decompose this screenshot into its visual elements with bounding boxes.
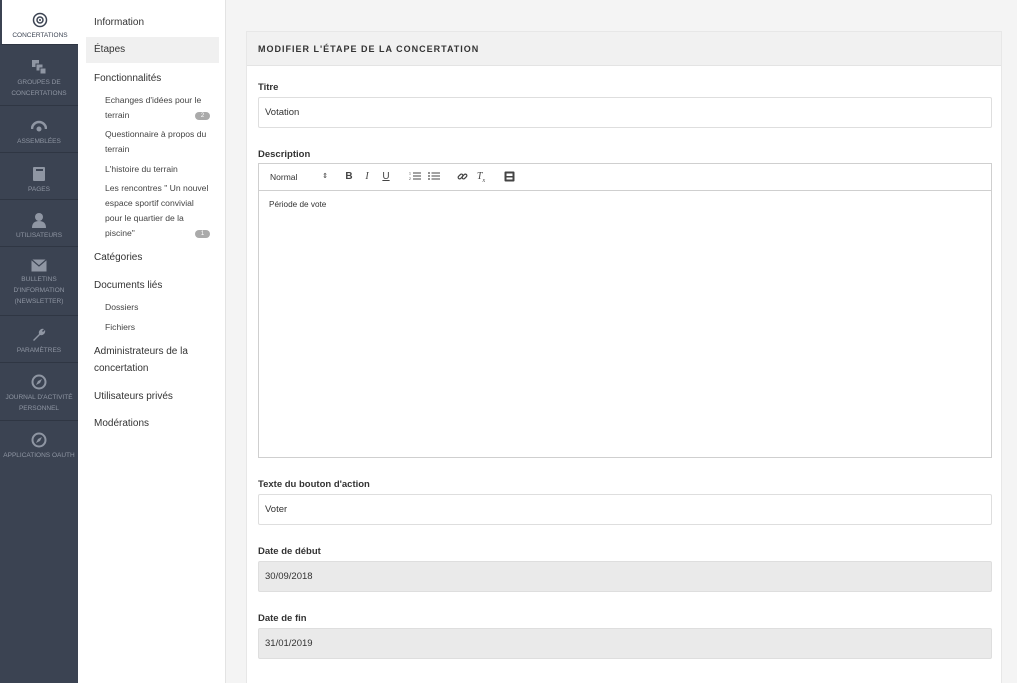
subnav-categories[interactable]: Catégories <box>94 249 219 266</box>
nav-label: Utilisateurs <box>15 232 63 239</box>
subnav-feature[interactable]: Questionnaire à propos du terrain <box>105 127 210 157</box>
feature-label: L'histoire du terrain <box>105 164 178 174</box>
subnav-information[interactable]: Information <box>94 14 219 31</box>
subnav-fonctionnalites[interactable]: Fonctionnalités <box>94 70 219 87</box>
wrench-icon <box>33 328 46 341</box>
nav-label: Pages <box>28 186 50 193</box>
nav-item-utilisateurs[interactable]: Utilisateurs <box>0 200 78 247</box>
edit-step-panel: MODIFIER L'ÉTAPE DE LA CONCERTATION Titr… <box>246 31 1002 683</box>
nav-item-pages[interactable]: Pages <box>0 153 78 200</box>
nav-label: Applications OAuth <box>3 452 75 459</box>
nav-item-journal[interactable]: Journal d'activité personnel <box>0 363 78 421</box>
ordered-list-icon[interactable]: 12 <box>409 171 421 183</box>
nav-item-concertations[interactable]: Concertations <box>0 0 78 45</box>
svg-text:1: 1 <box>409 172 411 176</box>
count-badge: 2 <box>195 112 210 120</box>
compass-icon <box>31 432 47 448</box>
nav-label: Paramètres <box>16 347 62 354</box>
subnav-dossiers[interactable]: Dossiers <box>105 300 210 315</box>
start-date-label: Date de début <box>258 546 321 557</box>
subnav-documents[interactable]: Documents liés <box>94 277 219 294</box>
end-date-label: Date de fin <box>258 613 307 624</box>
link-icon[interactable] <box>456 171 468 183</box>
nav-item-parametres[interactable]: Paramètres <box>0 316 78 363</box>
bullet-list-icon[interactable] <box>428 171 440 183</box>
nav-label: Journal d'activité personnel <box>5 394 73 412</box>
nav-label: Assemblées <box>17 138 61 145</box>
subnav-feature[interactable]: Les rencontres " Un nouvel espace sporti… <box>105 181 210 241</box>
subnav-moderations[interactable]: Modérations <box>94 415 219 432</box>
title-label: Titre <box>258 82 279 93</box>
nav-label: Concertations <box>12 32 68 39</box>
clear-format-icon[interactable]: Tx <box>475 171 487 184</box>
user-icon <box>32 213 46 228</box>
nav-item-newsletter[interactable]: Bulletins d'information (newsletter) <box>0 247 78 316</box>
nav-label: Groupes de concertations <box>11 79 67 97</box>
subnav-fichiers[interactable]: Fichiers <box>105 320 210 335</box>
italic-icon[interactable]: I <box>361 171 373 183</box>
end-date-input[interactable]: 31/01/2019 <box>258 628 992 659</box>
secondary-nav: Information Étapes Fonctionnalités Echan… <box>78 0 226 683</box>
book-icon <box>33 167 45 181</box>
subnav-admins[interactable]: Administrateurs de la concertation <box>94 343 219 377</box>
code-block-icon[interactable] <box>503 171 515 183</box>
start-date-input[interactable]: 30/09/2018 <box>258 561 992 592</box>
subnav-etapes[interactable]: Étapes <box>86 37 219 63</box>
editor-toolbar: Normal ⇕ B I U 12 Tx <box>259 164 991 191</box>
nav-label: Bulletins d'information (newsletter) <box>13 276 65 305</box>
format-select-value: Normal <box>270 172 298 182</box>
subnav-feature[interactable]: Echanges d'idées pour le terrain 2 <box>105 93 210 123</box>
action-button-label: Texte du bouton d'action <box>258 479 370 490</box>
eye-icon <box>31 120 47 132</box>
envelope-icon <box>31 259 47 272</box>
description-label: Description <box>258 149 311 160</box>
main-nav: Concertations Groupes de concertations A… <box>0 0 78 683</box>
subnav-feature[interactable]: L'histoire du terrain <box>105 162 210 177</box>
feature-label: Questionnaire à propos du terrain <box>105 129 207 154</box>
subnav-private-users[interactable]: Utilisateurs privés <box>94 388 219 405</box>
underline-icon[interactable]: U <box>380 171 392 183</box>
format-select[interactable]: Normal ⇕ <box>270 172 328 182</box>
nav-item-groupes[interactable]: Groupes de concertations <box>0 45 78 106</box>
nav-item-assemblees[interactable]: Assemblées <box>0 106 78 153</box>
select-arrows-icon: ⇕ <box>322 173 328 180</box>
feature-label: Echanges d'idées pour le terrain <box>105 95 202 120</box>
feature-label: Les rencontres " Un nouvel espace sporti… <box>105 183 209 238</box>
description-editor[interactable]: Normal ⇕ B I U 12 Tx Période de vote <box>258 163 992 458</box>
editor-content[interactable]: Période de vote <box>259 191 991 218</box>
bold-icon[interactable]: B <box>343 171 355 183</box>
compass-icon <box>31 374 47 390</box>
title-input[interactable]: Votation <box>258 97 992 128</box>
panel-title: MODIFIER L'ÉTAPE DE LA CONCERTATION <box>247 32 1001 66</box>
count-badge: 1 <box>195 230 210 238</box>
stack-icon <box>32 60 47 75</box>
svg-text:2: 2 <box>409 177 411 181</box>
action-button-input[interactable]: Voter <box>258 494 992 525</box>
nav-item-oauth[interactable]: Applications OAuth <box>0 421 78 468</box>
target-icon <box>32 12 48 28</box>
